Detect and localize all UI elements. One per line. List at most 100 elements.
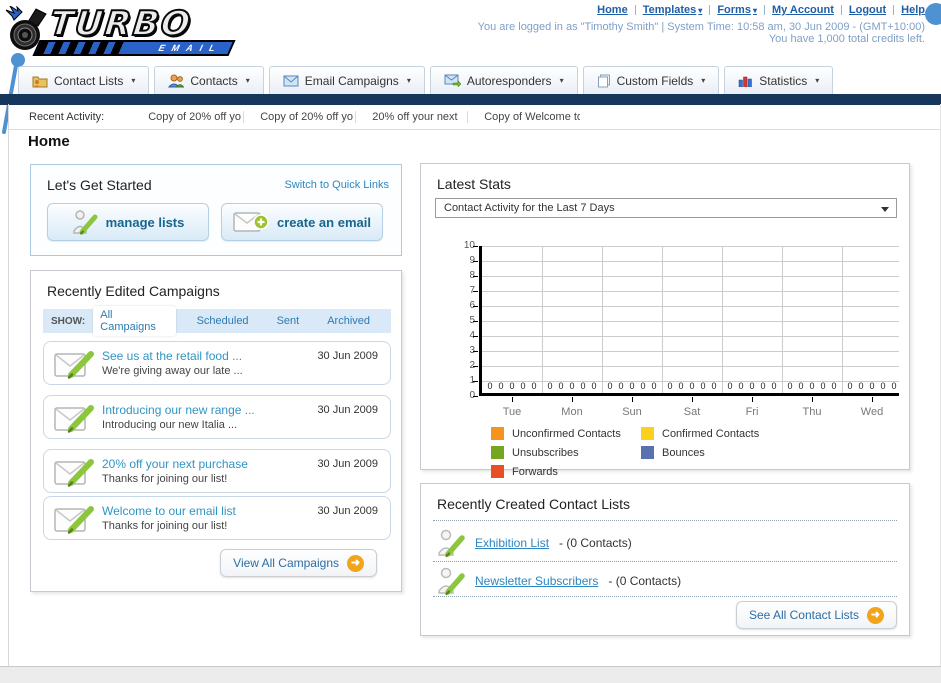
campaign-title-link[interactable]: 20% off your next purchase — [102, 457, 248, 471]
nav-link-templates[interactable]: Templates ▾ — [643, 4, 703, 16]
tab-custom-fields[interactable]: Custom Fields ▾ — [582, 66, 720, 94]
data-value-label: 0 — [498, 381, 504, 391]
filter-sent[interactable]: Sent — [270, 312, 307, 330]
data-value-label: 0 — [651, 381, 657, 391]
envelope-icon — [283, 75, 299, 86]
filter-archived[interactable]: Archived — [320, 312, 377, 330]
campaign-filter-bar: SHOW: All Campaigns Scheduled Sent Archi… — [43, 306, 391, 336]
data-value-label: 0 — [738, 381, 744, 391]
y-axis-tick — [473, 336, 478, 337]
x-axis-label: Tue — [502, 406, 522, 418]
campaign-title-link[interactable]: Welcome to our email list — [102, 504, 236, 518]
data-value-label: 0 — [869, 381, 875, 391]
campaign-title-link[interactable]: See us at the retail food ... — [102, 349, 242, 363]
x-axis-tick — [632, 397, 633, 402]
campaign-row[interactable]: Welcome to our email list Thanks for joi… — [43, 496, 391, 540]
arrow-right-icon: ➜ — [347, 554, 364, 572]
divider — [9, 129, 940, 130]
y-axis-label: 2 — [449, 360, 475, 371]
logo-subtitle: EMAIL — [156, 43, 225, 53]
logo-banner: EMAIL — [32, 40, 236, 56]
dropdown-arrow-icon — [881, 207, 889, 212]
y-axis-tick — [473, 321, 478, 322]
y-axis-tick — [473, 381, 478, 382]
switch-quick-links-link[interactable]: Switch to Quick Links — [284, 179, 389, 191]
y-axis-label: 7 — [449, 285, 475, 296]
envelope-pencil-icon — [54, 506, 94, 534]
campaign-row[interactable]: See us at the retail food ... We're givi… — [43, 341, 391, 385]
person-pencil-icon — [438, 529, 465, 558]
contact-list-row[interactable]: Newsletter Subscribers - (0 Contacts) — [437, 566, 681, 596]
view-all-campaigns-button[interactable]: View All Campaigns ➜ — [220, 549, 377, 577]
x-axis-label: Thu — [802, 406, 822, 418]
nav-link-my-account[interactable]: My Account — [772, 4, 834, 16]
y-axis-tick — [473, 276, 478, 277]
app-logo[interactable]: TURBO EMAIL — [6, 2, 246, 60]
legend-item: Unconfirmed Contacts — [491, 426, 641, 441]
nav-link-logout[interactable]: Logout — [849, 4, 886, 16]
person-pencil-icon — [72, 210, 98, 235]
recent-activity-item[interactable]: 20% off your next — [356, 111, 469, 123]
filter-all-campaigns[interactable]: All Campaigns — [93, 306, 176, 336]
data-value-label: 0 — [820, 381, 826, 391]
envelope-plus-icon — [233, 212, 269, 232]
campaign-title-link[interactable]: Introducing our new range ... — [102, 403, 255, 417]
campaign-subtitle: Thanks for joining our list! — [102, 473, 228, 485]
contact-list-count: - (0 Contacts) — [608, 574, 682, 588]
recent-activity-item[interactable]: Copy of 20% off yo — [132, 111, 245, 123]
recent-activity-item[interactable]: Copy of Welcome to — [468, 111, 580, 123]
gridline — [482, 246, 899, 247]
login-info: You are logged in as "Timothy Smith" | S… — [477, 21, 925, 33]
campaigns-title: Recently Edited Campaigns — [47, 283, 220, 299]
tab-contact-lists[interactable]: Contact Lists ▾ — [18, 66, 150, 94]
manage-lists-button[interactable]: manage lists — [47, 203, 209, 241]
campaign-row[interactable]: Introducing our new range ... Introducin… — [43, 395, 391, 439]
envelope-pencil-icon — [54, 405, 94, 433]
chevron-down-icon: ▾ — [698, 6, 703, 15]
see-all-contact-lists-button[interactable]: See All Contact Lists ➜ — [735, 601, 897, 629]
main-nav: Contact Lists ▾ Contacts ▾ Email Campaig… — [18, 66, 834, 94]
nav-link-help[interactable]: Help — [901, 4, 925, 16]
separator — [840, 5, 842, 15]
legend-label: Confirmed Contacts — [662, 427, 760, 440]
data-value-label: 0 — [749, 381, 755, 391]
campaign-date: 30 Jun 2009 — [317, 404, 378, 416]
y-axis-tick — [473, 396, 478, 397]
separator — [763, 5, 765, 15]
gridline — [722, 246, 723, 393]
y-axis-tick — [473, 366, 478, 367]
page-title: Home — [28, 133, 70, 150]
campaign-date: 30 Jun 2009 — [317, 350, 378, 362]
data-value-label: 0 — [727, 381, 733, 391]
recent-activity-item[interactable]: Copy of 20% off yo — [244, 111, 357, 123]
data-value-label: 0 — [580, 381, 586, 391]
y-axis-label: 5 — [449, 315, 475, 326]
manage-lists-label: manage lists — [105, 214, 185, 230]
data-value-label: 0 — [569, 381, 575, 391]
contact-list-link[interactable]: Exhibition List — [475, 536, 549, 550]
y-axis-tick — [473, 291, 478, 292]
stats-period-dropdown[interactable]: Contact Activity for the Last 7 Days — [435, 198, 897, 218]
data-value-label: 0 — [798, 381, 804, 391]
gridline — [602, 246, 603, 393]
campaign-row[interactable]: 20% off your next purchase Thanks for jo… — [43, 449, 391, 493]
y-axis-label: 1 — [449, 375, 475, 386]
filter-scheduled[interactable]: Scheduled — [190, 312, 256, 330]
gridline — [482, 366, 899, 367]
tab-email-campaigns[interactable]: Email Campaigns ▾ — [268, 66, 425, 94]
data-value-label: 0 — [547, 381, 553, 391]
nav-link-home[interactable]: Home — [597, 4, 628, 16]
y-axis-label: 10 — [463, 240, 475, 251]
data-value-label: 0 — [487, 381, 493, 391]
tab-autoresponders[interactable]: Autoresponders ▾ — [429, 66, 578, 94]
contact-list-row[interactable]: Exhibition List - (0 Contacts) — [437, 528, 632, 558]
create-email-button[interactable]: create an email — [221, 203, 383, 241]
campaign-subtitle: Thanks for joining our list! — [102, 520, 228, 532]
get-started-title: Let's Get Started — [47, 177, 152, 193]
contact-list-link[interactable]: Newsletter Subscribers — [475, 574, 598, 588]
nav-link-forms[interactable]: Forms ▾ — [717, 4, 757, 16]
tab-contacts[interactable]: Contacts ▾ — [154, 66, 264, 94]
tab-statistics[interactable]: Statistics ▾ — [724, 66, 834, 94]
campaign-date: 30 Jun 2009 — [317, 458, 378, 470]
separator — [709, 5, 711, 15]
